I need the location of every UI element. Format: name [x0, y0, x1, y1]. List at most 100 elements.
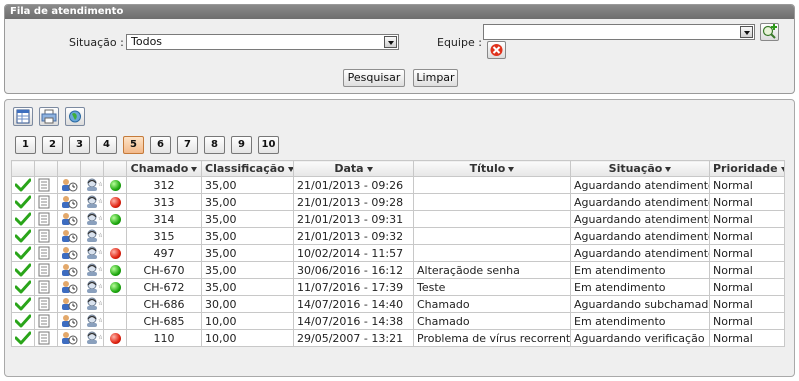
document-icon[interactable]: [34, 176, 58, 194]
check-icon[interactable]: [11, 210, 35, 228]
document-icon[interactable]: [34, 227, 58, 245]
agent-icon[interactable]: ☆: [80, 193, 104, 211]
check-icon[interactable]: [11, 278, 35, 296]
data-cell: 10/02/2014 - 11:57: [293, 244, 414, 262]
remove-icon[interactable]: [487, 41, 506, 59]
table-row[interactable]: ☆ 31235,0021/01/2013 - 09:26 Aguardando at…: [11, 176, 785, 194]
col-titulo-header[interactable]: Título: [413, 160, 571, 177]
users-clock-icon[interactable]: [57, 244, 81, 262]
status-cell: [103, 227, 127, 245]
agent-icon[interactable]: ☆: [80, 278, 104, 296]
status-cell: [103, 176, 127, 194]
chamado-cell: 314: [126, 210, 202, 228]
users-clock-icon[interactable]: [57, 193, 81, 211]
situacao-cell: Aguardando atendimento: [570, 227, 710, 245]
chamado-cell: CH-670: [126, 261, 202, 279]
users-clock-icon[interactable]: [57, 329, 81, 347]
col-classificacao-header[interactable]: Classificação: [201, 160, 294, 177]
check-icon[interactable]: [11, 244, 35, 262]
table-row[interactable]: ☆ 49735,0010/02/2014 - 11:57 Aguardando at…: [11, 244, 785, 262]
col-situacao-header[interactable]: Situação: [570, 160, 710, 177]
page-button[interactable]: 9: [231, 136, 252, 154]
check-icon[interactable]: [11, 227, 35, 245]
chevron-down-icon[interactable]: [740, 26, 753, 38]
users-clock-icon[interactable]: [57, 227, 81, 245]
document-icon[interactable]: [34, 261, 58, 279]
agent-icon[interactable]: ☆: [80, 210, 104, 228]
situacao-cell: Aguardando atendimento: [570, 244, 710, 262]
add-team-icon[interactable]: [760, 23, 779, 41]
users-clock-icon[interactable]: [57, 210, 81, 228]
page-button[interactable]: 7: [177, 136, 198, 154]
agent-icon[interactable]: ☆: [80, 295, 104, 313]
check-icon[interactable]: [11, 295, 35, 313]
agent-icon[interactable]: ☆: [80, 176, 104, 194]
page-button-active[interactable]: 5: [123, 136, 144, 154]
users-clock-icon[interactable]: [57, 176, 81, 194]
chevron-down-icon[interactable]: [384, 36, 397, 48]
search-button[interactable]: Pesquisar: [343, 69, 405, 87]
document-icon[interactable]: [34, 312, 58, 330]
table-row[interactable]: ☆ 31535,0021/01/2013 - 09:32 Aguardando at…: [11, 227, 785, 245]
classificacao-cell: 35,00: [201, 227, 294, 245]
check-icon[interactable]: [11, 193, 35, 211]
svg-text:☆: ☆: [98, 249, 102, 256]
titulo-cell: Chamado: [413, 295, 571, 313]
users-clock-icon[interactable]: [57, 312, 81, 330]
col-notes-header: [34, 160, 58, 177]
users-clock-icon[interactable]: [57, 295, 81, 313]
page-button[interactable]: 10: [258, 136, 279, 154]
check-icon[interactable]: [11, 261, 35, 279]
status-cell: [103, 244, 127, 262]
situacao-select[interactable]: Todos: [126, 34, 399, 50]
col-chamado-header[interactable]: Chamado: [126, 160, 202, 177]
col-attendant-header: [80, 160, 104, 177]
situacao-cell: Aguardando subchamado: [570, 295, 710, 313]
classificacao-cell: 35,00: [201, 193, 294, 211]
page-button[interactable]: 2: [42, 136, 63, 154]
agent-icon[interactable]: ☆: [80, 244, 104, 262]
col-prioridade-header[interactable]: Prioridade: [709, 160, 785, 177]
agent-icon[interactable]: ☆: [80, 227, 104, 245]
page-button[interactable]: 8: [204, 136, 225, 154]
page-button[interactable]: 3: [69, 136, 90, 154]
print-icon[interactable]: [39, 107, 59, 126]
table-row[interactable]: ☆ 31435,0021/01/2013 - 09:31 Aguardando at…: [11, 210, 785, 228]
agent-icon[interactable]: ☆: [80, 261, 104, 279]
data-cell: 21/01/2013 - 09:31: [293, 210, 414, 228]
page-button[interactable]: 6: [150, 136, 171, 154]
table-view-icon[interactable]: [13, 107, 33, 126]
document-icon[interactable]: [34, 295, 58, 313]
document-icon[interactable]: [34, 193, 58, 211]
document-icon[interactable]: [34, 210, 58, 228]
table-row[interactable]: ☆ CH-67035,0030/06/2016 - 16:12Alteraçãod…: [11, 261, 785, 279]
prioridade-cell: Normal: [709, 278, 785, 296]
table-row[interactable]: ☆ CH-68510,0014/07/2016 - 14:38ChamadoEm …: [11, 312, 785, 330]
sort-down-icon: [287, 166, 293, 172]
check-icon[interactable]: [11, 312, 35, 330]
check-icon[interactable]: [11, 329, 35, 347]
users-clock-icon[interactable]: [57, 278, 81, 296]
table-row[interactable]: ☆ 31335,0021/01/2013 - 09:28 Aguardando at…: [11, 193, 785, 211]
status-cell: [103, 210, 127, 228]
col-data-header[interactable]: Data: [293, 160, 414, 177]
table-row[interactable]: ☆ CH-68630,0014/07/2016 - 14:40ChamadoAgu…: [11, 295, 785, 313]
status-green-icon: [109, 180, 121, 191]
check-icon[interactable]: [11, 176, 35, 194]
document-icon[interactable]: [34, 329, 58, 347]
users-clock-icon[interactable]: [57, 261, 81, 279]
status-cell: [103, 329, 127, 347]
document-icon[interactable]: [34, 244, 58, 262]
agent-icon[interactable]: ☆: [80, 312, 104, 330]
equipe-select[interactable]: [483, 24, 755, 40]
globe-icon[interactable]: [65, 107, 85, 126]
page-button[interactable]: 1: [15, 136, 36, 154]
page-button[interactable]: 4: [96, 136, 117, 154]
agent-icon[interactable]: ☆: [80, 329, 104, 347]
chamado-cell: CH-686: [126, 295, 202, 313]
table-row[interactable]: ☆ 11010,0029/05/2007 - 13:21Problema de v…: [11, 329, 785, 347]
table-row[interactable]: ☆ CH-67235,0011/07/2016 - 17:39TesteEm at…: [11, 278, 785, 296]
document-icon[interactable]: [34, 278, 58, 296]
clear-button[interactable]: Limpar: [413, 69, 458, 87]
col-situacao-label: Situação: [608, 162, 663, 175]
